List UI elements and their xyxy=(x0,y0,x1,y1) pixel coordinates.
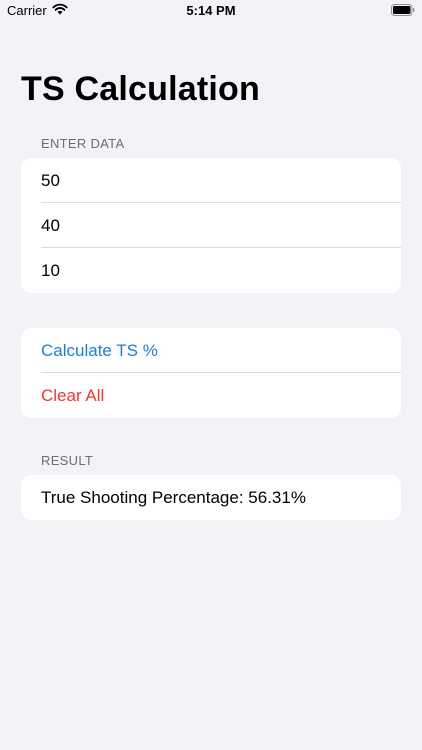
page-title: TS Calculation xyxy=(21,70,260,108)
result-card: True Shooting Percentage: 56.31% xyxy=(21,475,401,520)
calculate-button[interactable]: Calculate TS % xyxy=(21,328,401,373)
data-input-3[interactable] xyxy=(41,260,381,281)
clock: 5:14 PM xyxy=(186,3,236,18)
battery-icon xyxy=(391,4,415,16)
result-header: RESULT xyxy=(41,453,94,468)
actions-card: Calculate TS % Clear All xyxy=(21,328,401,418)
field-row xyxy=(21,158,401,203)
enter-data-header: ENTER DATA xyxy=(41,136,125,151)
data-input-1[interactable] xyxy=(41,170,381,191)
field-row xyxy=(21,248,401,293)
status-bar: Carrier 5:14 PM xyxy=(0,0,422,22)
field-row xyxy=(21,203,401,248)
clear-all-button[interactable]: Clear All xyxy=(21,373,401,418)
data-input-2[interactable] xyxy=(41,215,381,236)
enter-data-card xyxy=(21,158,401,293)
result-text: True Shooting Percentage: 56.31% xyxy=(41,487,306,507)
